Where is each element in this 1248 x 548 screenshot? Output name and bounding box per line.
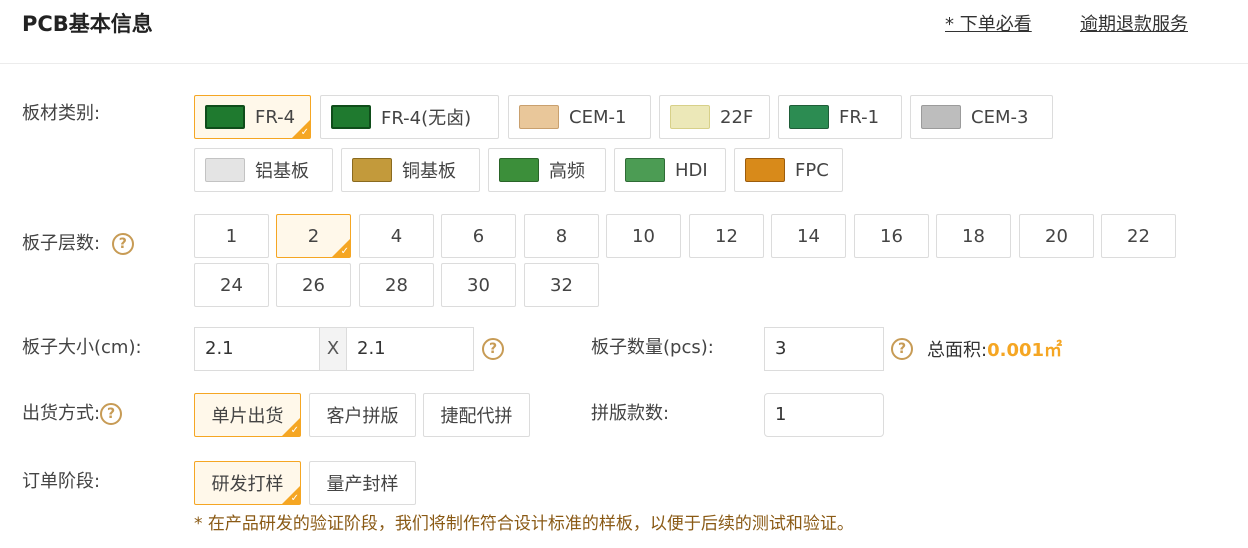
order-stage-note: * 在产品研发的验证阶段，我们将制作符合设计标准的样板，以便于后续的测试和验证。 xyxy=(194,514,854,534)
shipping-label: 出货方式:? xyxy=(22,401,123,427)
order-stage-option-mass-sample[interactable]: 量产封样 xyxy=(309,461,416,505)
layer-option-4[interactable]: 4 xyxy=(359,214,434,258)
layer-option-26[interactable]: 26 xyxy=(276,263,351,307)
check-icon: ✓ xyxy=(290,493,299,504)
option-label: 22F xyxy=(720,106,754,128)
layers-label: 板子层数: ? xyxy=(22,231,134,257)
option-label: CEM-3 xyxy=(971,106,1029,128)
layer-option-28[interactable]: 28 xyxy=(359,263,434,307)
22f-board-icon xyxy=(670,105,710,129)
option-label: FR-1 xyxy=(839,106,880,128)
page-title: PCB基本信息 xyxy=(22,12,153,36)
material-option-fr4[interactable]: FR-4 ✓ xyxy=(194,95,311,139)
total-area: 总面积:0.001㎡ xyxy=(927,338,1062,364)
option-label: 单片出货 xyxy=(211,406,284,427)
material-option-cem3[interactable]: CEM-3 xyxy=(910,95,1053,139)
layer-option-22[interactable]: 22 xyxy=(1101,214,1176,258)
cem3-board-icon xyxy=(921,105,961,129)
total-area-label: 总面积: xyxy=(927,340,988,361)
aluminum-board-icon xyxy=(205,158,245,182)
high-frequency-board-icon xyxy=(499,158,539,182)
shipping-option-customer-panel[interactable]: 客户拼版 xyxy=(309,393,416,437)
shipping-option-single[interactable]: 单片出货 ✓ xyxy=(194,393,301,437)
layer-option-8[interactable]: 8 xyxy=(524,214,599,258)
option-label: CEM-1 xyxy=(569,106,627,128)
material-option-high-frequency[interactable]: 高频 xyxy=(488,148,606,192)
quantity-input[interactable]: 3 xyxy=(764,327,884,371)
option-label: 研发打样 xyxy=(211,474,284,495)
material-option-cem1[interactable]: CEM-1 xyxy=(508,95,651,139)
must-read-link[interactable]: * 下单必看 xyxy=(945,12,1032,38)
shipping-option-jiepei-panel[interactable]: 捷配代拼 xyxy=(423,393,530,437)
layer-option-20[interactable]: 20 xyxy=(1019,214,1094,258)
material-option-hdi[interactable]: HDI xyxy=(614,148,726,192)
option-label: FR-4(无卤) xyxy=(381,108,472,129)
material-option-fr1[interactable]: FR-1 xyxy=(778,95,902,139)
material-label: 板材类别: xyxy=(22,103,101,124)
option-label: 铜基板 xyxy=(402,161,456,182)
refund-service-link[interactable]: 逾期退款服务 xyxy=(1080,12,1188,38)
fpc-board-icon xyxy=(745,158,785,182)
width-input[interactable]: 2.1 xyxy=(194,327,320,371)
order-stage-option-rd-sample[interactable]: 研发打样 ✓ xyxy=(194,461,301,505)
option-label: 高频 xyxy=(549,161,585,182)
panel-count-label: 拼版款数: xyxy=(591,403,670,424)
option-label: FR-4 xyxy=(255,106,296,128)
copper-board-icon xyxy=(352,158,392,182)
layer-option-2[interactable]: 2 ✓ xyxy=(276,214,351,258)
check-icon: ✓ xyxy=(340,246,349,257)
height-input[interactable]: 2.1 xyxy=(346,327,474,371)
question-circle-icon[interactable]: ? xyxy=(111,233,134,255)
material-option-22f[interactable]: 22F xyxy=(659,95,770,139)
layer-option-14[interactable]: 14 xyxy=(771,214,846,258)
material-option-aluminum[interactable]: 铝基板 xyxy=(194,148,333,192)
layer-option-24[interactable]: 24 xyxy=(194,263,269,307)
layer-option-32[interactable]: 32 xyxy=(524,263,599,307)
layer-option-12[interactable]: 12 xyxy=(689,214,764,258)
layer-option-18[interactable]: 18 xyxy=(936,214,1011,258)
option-label: FPC xyxy=(795,159,829,181)
check-icon: ✓ xyxy=(300,127,309,138)
header: PCB基本信息 * 下单必看 逾期退款服务 xyxy=(0,0,1248,64)
panel-count-input[interactable]: 1 xyxy=(764,393,884,437)
fr1-board-icon xyxy=(789,105,829,129)
size-separator: X xyxy=(320,327,346,371)
material-option-fr4-halogen-free[interactable]: FR-4(无卤) xyxy=(320,95,499,139)
size-label: 板子大小(cm): xyxy=(22,337,142,358)
option-label: 铝基板 xyxy=(255,161,309,182)
hdi-board-icon xyxy=(625,158,665,182)
shipping-label-text: 出货方式: xyxy=(22,403,101,424)
order-stage-label: 订单阶段: xyxy=(22,471,101,492)
layer-option-6[interactable]: 6 xyxy=(441,214,516,258)
option-label: HDI xyxy=(675,159,708,181)
cem1-board-icon xyxy=(519,105,559,129)
material-option-copper[interactable]: 铜基板 xyxy=(341,148,480,192)
layer-option-10[interactable]: 10 xyxy=(606,214,681,258)
fr4-board-icon xyxy=(331,105,371,129)
quantity-label: 板子数量(pcs): xyxy=(591,337,714,358)
total-area-value: 0.001㎡ xyxy=(987,340,1063,361)
question-circle-icon[interactable]: ? xyxy=(891,338,913,360)
check-icon: ✓ xyxy=(290,425,299,436)
layer-option-30[interactable]: 30 xyxy=(441,263,516,307)
layer-option-1[interactable]: 1 xyxy=(194,214,269,258)
question-circle-icon[interactable]: ? xyxy=(100,403,123,425)
layers-label-text: 板子层数: xyxy=(22,233,101,254)
fr4-board-icon xyxy=(205,105,245,129)
layer-option-16[interactable]: 16 xyxy=(854,214,929,258)
question-circle-icon[interactable]: ? xyxy=(482,338,504,360)
material-option-fpc[interactable]: FPC xyxy=(734,148,843,192)
option-label: 2 xyxy=(307,225,320,247)
